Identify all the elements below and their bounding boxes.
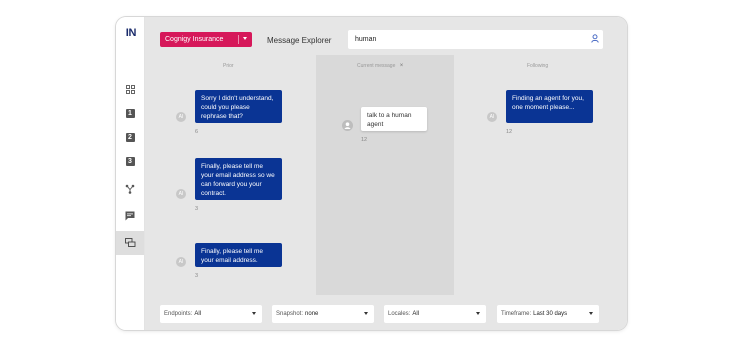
app-logo: IN: [125, 27, 137, 39]
bot-avatar: AI: [176, 257, 186, 267]
chat-icon: [125, 211, 135, 221]
message-explorer-icon: [124, 238, 135, 247]
current-column-label: Current message ×: [357, 63, 403, 69]
top-bar: Cognigy Insurance Message Explorer human: [145, 17, 627, 51]
flow-icon: [125, 184, 135, 194]
following-message-bubble[interactable]: Finding an agent for you, one moment ple…: [506, 90, 593, 123]
filter-value: All: [412, 311, 420, 317]
filter-value: Last 30 days: [533, 311, 568, 317]
message-count: 3: [195, 206, 199, 212]
search-input[interactable]: human: [348, 30, 603, 49]
message-count: 12: [506, 129, 513, 135]
current-message-column: [316, 55, 454, 295]
app-window: IN 1 2 3 Cognigy Insurance Message Explo…: [116, 17, 627, 330]
filter-value: All: [194, 311, 202, 317]
number-2-icon: 2: [125, 132, 135, 142]
sidebar-item-overview[interactable]: [116, 78, 144, 100]
prior-message-bubble[interactable]: Finally, please tell me your email addre…: [195, 158, 282, 200]
message-count: 3: [195, 273, 199, 279]
close-icon[interactable]: ×: [400, 63, 404, 69]
chevron-down-icon: [476, 312, 480, 315]
chevron-down-icon: [589, 312, 593, 315]
bot-avatar: AI: [176, 112, 186, 122]
filter-label: Snapshot:: [276, 311, 304, 317]
timeframe-filter[interactable]: Timeframe: Last 30 days: [497, 305, 599, 323]
sidebar-item-flow[interactable]: [116, 178, 144, 200]
bot-avatar: AI: [487, 112, 497, 122]
number-1-icon: 1: [125, 108, 135, 118]
sidebar-item-2[interactable]: 2: [116, 126, 144, 148]
bot-avatar: AI: [176, 189, 186, 199]
user-avatar: [342, 120, 353, 131]
snapshot-filter[interactable]: Snapshot: none: [272, 305, 374, 323]
chevron-down-icon: [252, 312, 256, 315]
prior-message-bubble[interactable]: Finally, please tell me your email addre…: [195, 243, 282, 267]
prior-message-bubble[interactable]: Sorry I didn't understand, could you ple…: [195, 90, 282, 123]
grid-icon: [125, 84, 135, 94]
project-name: Cognigy Insurance: [165, 36, 224, 43]
locales-filter[interactable]: Locales: All: [384, 305, 486, 323]
sidebar-item-3[interactable]: 3: [116, 150, 144, 172]
sidebar: IN 1 2 3: [116, 17, 145, 330]
filter-label: Locales:: [388, 311, 411, 317]
current-column-title: Current message: [357, 63, 396, 69]
sidebar-item-message-explorer[interactable]: [116, 231, 144, 255]
filter-label: Timeframe:: [501, 311, 532, 317]
filter-label: Endpoints:: [164, 311, 193, 317]
prior-column-label: Prior: [223, 63, 234, 69]
message-count: 6: [195, 129, 199, 135]
search-value: human: [355, 36, 377, 43]
page-title: Message Explorer: [267, 36, 332, 45]
current-message-bubble[interactable]: talk to a human agent: [361, 107, 427, 131]
chevron-down-icon: [243, 37, 247, 40]
number-3-icon: 3: [125, 156, 135, 166]
user-icon[interactable]: [591, 34, 599, 43]
project-selector[interactable]: Cognigy Insurance: [160, 32, 252, 47]
sidebar-item-1[interactable]: 1: [116, 102, 144, 124]
message-count: 12: [361, 137, 368, 143]
chevron-down-icon: [364, 312, 368, 315]
sidebar-item-chat[interactable]: [116, 205, 144, 227]
main-area: Cognigy Insurance Message Explorer human…: [145, 17, 627, 330]
endpoints-filter[interactable]: Endpoints: All: [160, 305, 262, 323]
filter-value: none: [305, 311, 319, 317]
following-column-label: Following: [527, 63, 549, 69]
